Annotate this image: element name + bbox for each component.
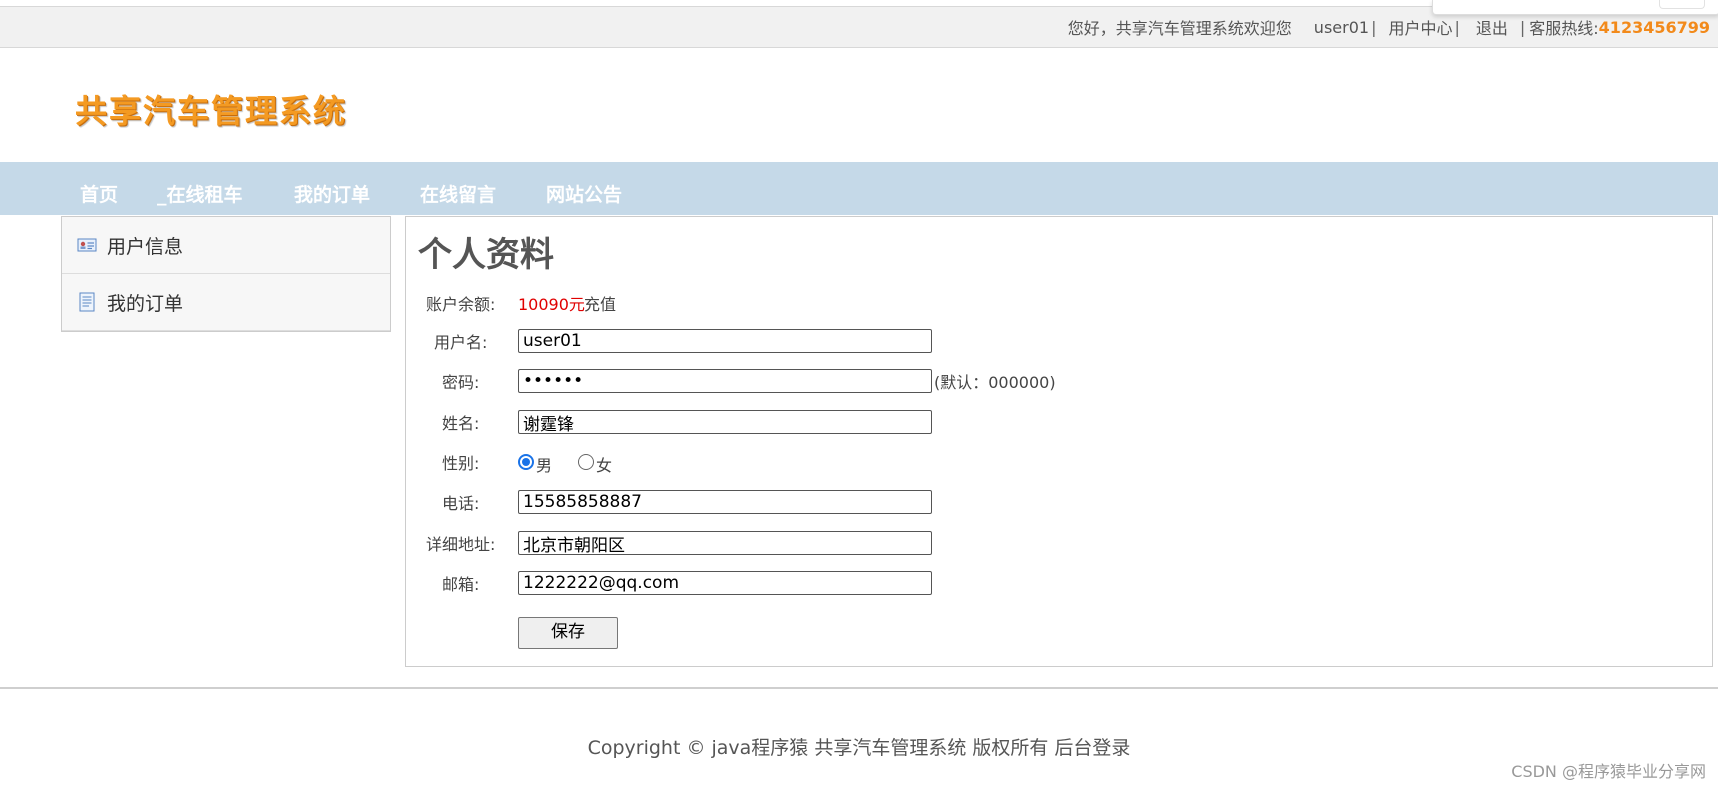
email-label: 邮箱: bbox=[442, 575, 480, 594]
password-hint: (默认：000000) bbox=[934, 373, 1056, 392]
sidebar-item-user-info[interactable]: 用户信息 bbox=[62, 217, 390, 274]
separator: | bbox=[1519, 17, 1526, 37]
username-field[interactable] bbox=[518, 329, 932, 353]
sidebar-item-label: 用户信息 bbox=[107, 235, 184, 258]
save-button[interactable]: 保存 bbox=[518, 617, 618, 649]
address-label: 详细地址: bbox=[426, 535, 496, 554]
separator: | bbox=[1371, 17, 1377, 37]
username-label: 用户名: bbox=[434, 333, 488, 352]
csdn-watermark: CSDN @程序猿毕业分享网 bbox=[1511, 762, 1706, 781]
admin-login-link[interactable]: 后台登录 bbox=[1054, 737, 1130, 759]
hotline-number: 4123456799 bbox=[1598, 17, 1710, 37]
popup-overlay-edge bbox=[1432, 0, 1718, 15]
document-icon bbox=[77, 292, 97, 312]
separator: | bbox=[1454, 17, 1460, 37]
site-logo[interactable]: 共享汽车管理系统 bbox=[75, 86, 347, 132]
profile-panel: 个人资料 账户余额: 10090元 充值 用户名: 密码: (默认：000000… bbox=[405, 216, 1713, 667]
nav-announcements[interactable]: 网站公告 bbox=[546, 180, 622, 207]
username-link[interactable]: user01 bbox=[1314, 18, 1369, 37]
footer-divider bbox=[0, 687, 1718, 689]
recharge-link[interactable]: 充值 bbox=[584, 291, 616, 315]
password-field[interactable] bbox=[518, 369, 932, 393]
page-title: 个人资料 bbox=[418, 235, 554, 275]
balance-value: 10090元 bbox=[518, 295, 585, 314]
popup-inner-tab bbox=[1659, 0, 1705, 9]
name-field[interactable] bbox=[518, 410, 932, 434]
gender-label: 性别: bbox=[442, 454, 480, 473]
welcome-text: 您好，共享汽车管理系统欢迎您 bbox=[1067, 19, 1292, 38]
phone-field[interactable] bbox=[518, 490, 932, 514]
nav-my-orders[interactable]: 我的订单 bbox=[294, 180, 370, 207]
gender-female-label: 女 bbox=[596, 456, 613, 475]
nav-messages[interactable]: 在线留言 bbox=[420, 180, 496, 207]
email-field[interactable] bbox=[518, 571, 932, 595]
gender-male-radio[interactable] bbox=[518, 454, 534, 470]
sidebar-item-my-orders[interactable]: 我的订单 bbox=[62, 274, 390, 331]
name-label: 姓名: bbox=[442, 414, 480, 433]
main-nav: 首页 _在线租车 我的订单 在线留言 网站公告 bbox=[0, 162, 1718, 215]
user-center-link[interactable]: 用户中心 bbox=[1388, 15, 1452, 39]
sidebar-item-label: 我的订单 bbox=[107, 292, 184, 315]
footer: Copyright © java程序猿 共享汽车管理系统 版权所有 后台登录 bbox=[0, 733, 1718, 760]
balance-label: 账户余额: bbox=[426, 295, 496, 314]
hotline-label: 客服热线: bbox=[1529, 19, 1599, 38]
sidebar: 用户信息 我的订单 bbox=[61, 216, 391, 332]
gender-male-label: 男 bbox=[536, 456, 553, 475]
logout-link[interactable]: 退出 bbox=[1476, 15, 1508, 39]
gender-female-radio[interactable] bbox=[578, 454, 594, 470]
copyright-text: Copyright © java程序猿 共享汽车管理系统 版权所有 bbox=[587, 737, 1049, 759]
id-card-icon bbox=[77, 235, 97, 255]
nav-home[interactable]: 首页 bbox=[80, 180, 118, 207]
nav-rent-car[interactable]: _在线租车 bbox=[157, 180, 243, 207]
password-label: 密码: bbox=[442, 373, 480, 392]
phone-label: 电话: bbox=[442, 494, 480, 513]
address-field[interactable] bbox=[518, 531, 932, 555]
